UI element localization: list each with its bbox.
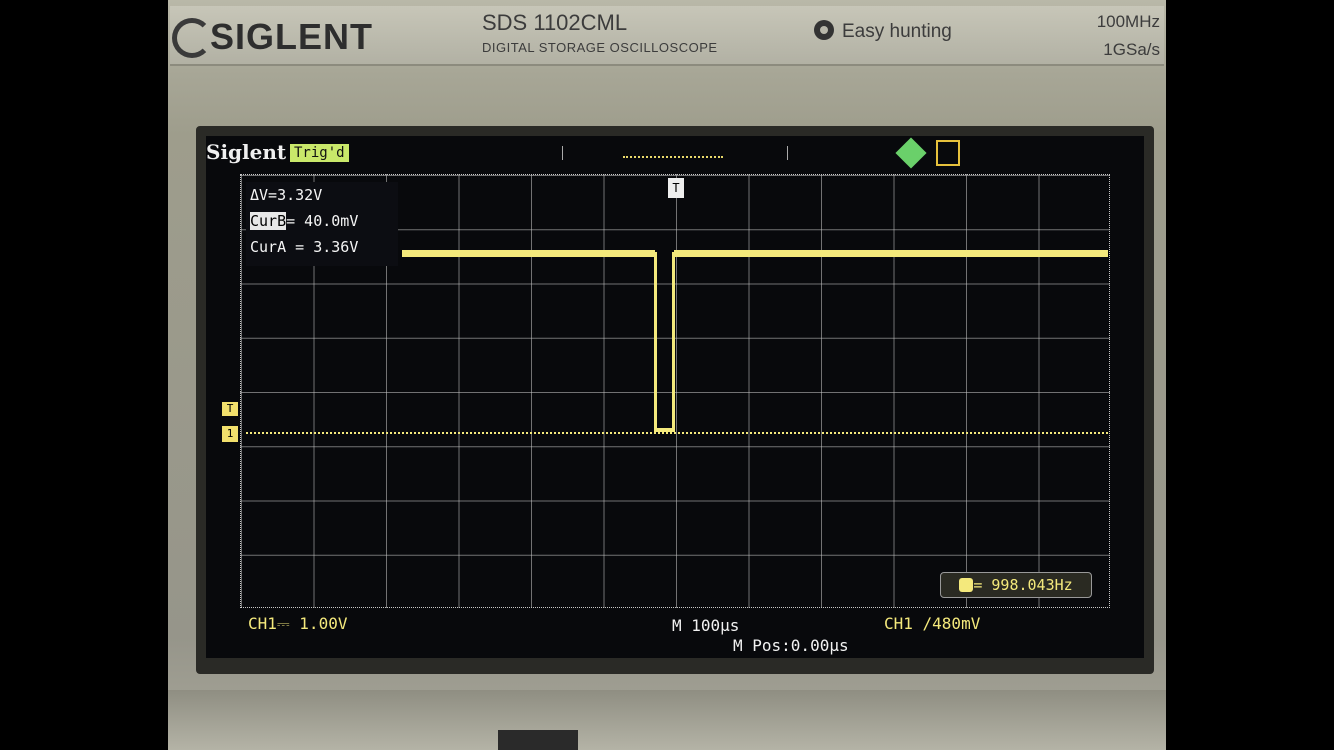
frequency-value: = 998.043Hz xyxy=(973,576,1073,594)
frequency-icon xyxy=(959,578,974,592)
channel-1-marker: 1 xyxy=(222,426,238,442)
lower-bezel xyxy=(168,690,1166,750)
easy-hunting-text: Easy hunting xyxy=(842,21,952,42)
waveform-falling-edge xyxy=(654,252,657,432)
easy-hunting-label: Easy hunting xyxy=(814,20,952,43)
status-ok-icon xyxy=(895,137,927,169)
front-panel-button[interactable] xyxy=(498,730,578,750)
waveform-low-pulse xyxy=(654,428,675,432)
trigger-status-badge: Trig'd xyxy=(290,144,349,162)
waveform-high-right xyxy=(674,250,1108,257)
model-name: SDS 1102CML xyxy=(482,10,628,35)
cur-b-tag: CurB xyxy=(250,212,287,230)
bandwidth-label: 100MHz xyxy=(1096,12,1160,31)
brand-logo: SIGLENT xyxy=(210,16,374,57)
cur-b-readout: CurB= 40.0mV xyxy=(250,212,358,230)
crosshair-icon xyxy=(814,20,834,40)
oscilloscope-display: Siglent Trig'd ΔV=3.32V CurB= 40.0mV Cur… xyxy=(206,136,1144,658)
cur-b-value: = 40.0mV xyxy=(286,212,359,230)
waveform-high-left xyxy=(402,250,655,257)
screen-brand: Siglent xyxy=(206,140,287,164)
trigger-info: CH1 ∕480mV xyxy=(884,614,981,633)
waveform-rising-edge xyxy=(672,252,675,432)
siglent-logo-icon xyxy=(172,18,212,58)
memory-position-bar xyxy=(562,146,788,160)
frequency-readout: = 998.043Hz xyxy=(940,572,1092,598)
waveform-preview xyxy=(623,148,723,158)
trigger-position-marker: T xyxy=(668,178,684,198)
trigger-level-marker: T xyxy=(222,402,238,416)
device-subtitle: DIGITAL STORAGE OSCILLOSCOPE xyxy=(482,40,718,55)
sample-rate-label: 1GSa/s xyxy=(1103,40,1160,59)
timebase: M 100μs xyxy=(672,616,740,635)
usb-device-icon xyxy=(936,140,960,166)
ch1-scale: CH1⎓ 1.00V xyxy=(248,614,348,633)
cur-a-readout: CurA = 3.36V xyxy=(250,238,359,256)
horizontal-position: M Pos:0.00μs xyxy=(733,636,849,655)
delta-v-readout: ΔV=3.32V xyxy=(250,186,323,204)
top-label-bar: SIGLENT SDS 1102CML DIGITAL STORAGE OSCI… xyxy=(170,6,1164,66)
cursor-b-line xyxy=(246,432,1108,434)
cursor-readout: ΔV=3.32V CurB= 40.0mV CurA = 3.36V xyxy=(246,182,398,266)
